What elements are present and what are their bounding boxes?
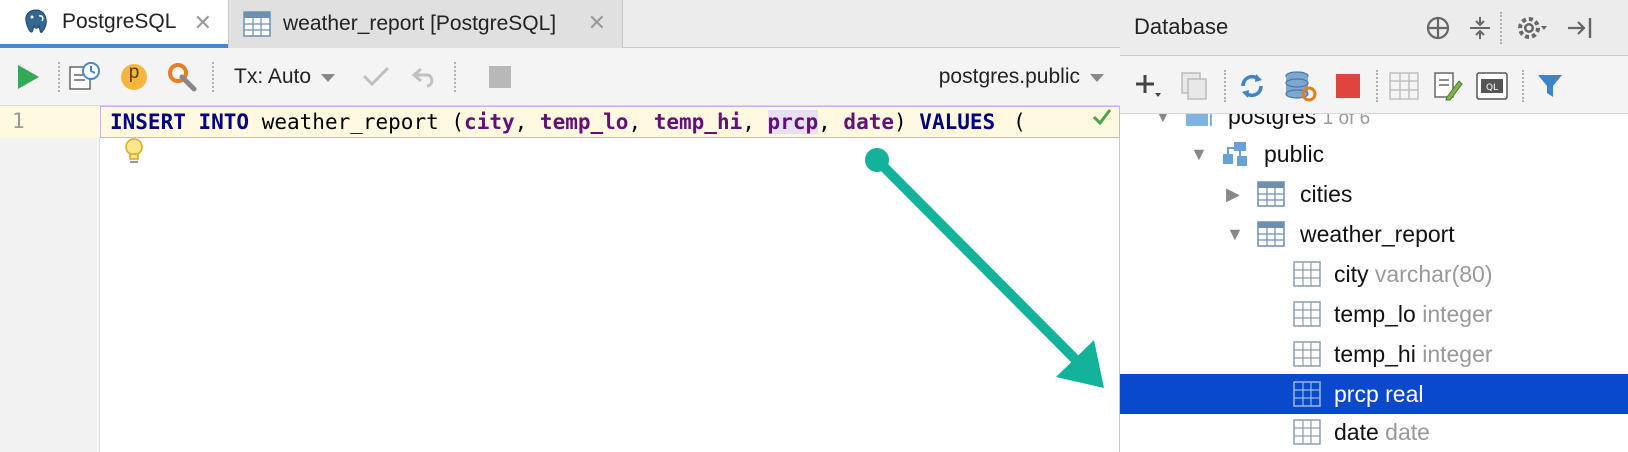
close-tab-icon[interactable]: ✕ (588, 12, 606, 34)
close-tab-icon[interactable]: ✕ (194, 12, 212, 34)
tree-node-column[interactable]: city varchar(80) (1120, 254, 1628, 294)
keyword-values: VALUES (919, 110, 996, 134)
gear-icon[interactable] (1516, 12, 1548, 44)
schema-selector-dropdown[interactable]: postgres.public (939, 48, 1104, 106)
column-token-date: date (843, 110, 894, 134)
stop-icon[interactable] (480, 48, 520, 106)
expand-arrow-icon[interactable]: ▼ (1226, 224, 1244, 245)
database-header: Database (1120, 0, 1628, 56)
target-crosshair-icon[interactable] (1422, 12, 1454, 44)
schema-label: postgres.public (938, 65, 1080, 88)
column-type: date (1385, 419, 1430, 445)
tree-node-label: prcp (1334, 381, 1379, 407)
table-name-token: weather_report (261, 110, 439, 134)
tree-node-label: cities (1300, 181, 1353, 207)
tree-node-table[interactable]: ▶ cities (1120, 174, 1628, 214)
tree-node-column[interactable]: temp_hi integer (1120, 334, 1628, 374)
table-icon (241, 9, 273, 39)
tree-node-column[interactable]: date date (1120, 412, 1628, 452)
column-token-city: city (464, 110, 515, 134)
filter-funnel-icon[interactable] (1530, 66, 1570, 106)
sql-console-icon[interactable]: QL (1472, 66, 1512, 106)
column-token-prcp: prcp (767, 110, 819, 134)
tree-node-column-selected[interactable]: prcp real (1120, 374, 1628, 414)
lightbulb-icon[interactable] (124, 138, 144, 171)
svg-text:QL: QL (1486, 83, 1498, 93)
database-icon (1184, 114, 1214, 130)
tree-node-label: date (1334, 419, 1379, 445)
edit-source-icon[interactable] (1428, 66, 1468, 106)
table-editor-icon[interactable] (1384, 66, 1424, 106)
tree-node-label: city (1334, 261, 1369, 287)
commit-check-icon[interactable] (356, 48, 396, 106)
hide-panel-icon[interactable] (1564, 12, 1596, 44)
transaction-mode-label: Tx: Auto (234, 65, 312, 88)
tab-label: weather_report [PostgreSQL] (283, 12, 557, 35)
editor-tab-bar: PostgreSQL ✕ weather_report [PostgreSQL]… (0, 0, 1120, 48)
tree-node-label: temp_hi (1334, 341, 1416, 367)
editor-gutter (0, 106, 100, 452)
add-plus-icon[interactable] (1128, 66, 1168, 106)
column-icon (1292, 380, 1322, 408)
tab-weather-report[interactable]: weather_report [PostgreSQL] ✕ (228, 0, 623, 48)
chevron-down-icon (1090, 65, 1104, 89)
tree-node-label: temp_lo (1334, 301, 1416, 327)
duplicate-icon[interactable] (1174, 66, 1214, 106)
tree-node-database[interactable]: ▼ postgres 1 of 6 (1120, 114, 1628, 136)
expand-arrow-icon[interactable]: ▼ (1154, 114, 1172, 127)
column-token-temp-hi: temp_hi (653, 110, 743, 134)
data-source-properties-icon[interactable] (1280, 66, 1320, 106)
database-tree: ▼ postgres 1 of 6 ▼ public ▶ cities ▼ we… (1120, 114, 1628, 452)
settings-wrench-icon[interactable] (162, 48, 202, 106)
run-icon[interactable] (8, 48, 48, 106)
column-type: integer (1422, 301, 1493, 327)
expand-arrow-icon[interactable]: ▶ (1226, 184, 1240, 205)
tree-node-column[interactable]: temp_lo integer (1120, 294, 1628, 334)
line-number: 1 (0, 106, 100, 138)
tree-node-label: public (1264, 141, 1325, 167)
tree-node-label: postgres (1228, 114, 1317, 129)
refresh-icon[interactable] (1232, 66, 1272, 106)
tree-node-label: weather_report (1300, 221, 1455, 247)
database-tool-window: Database QL ▼ postgres 1 of 6 ▼ public ▶… (1120, 0, 1628, 452)
keyword-insert-into: INSERT INTO (110, 110, 250, 134)
syntax-ok-check-icon (1092, 108, 1112, 131)
postgresql-elephant-icon (20, 7, 52, 37)
table-icon (1256, 220, 1286, 248)
rollback-undo-icon[interactable] (404, 48, 444, 106)
transaction-mode-dropdown[interactable]: Tx: Auto (234, 48, 336, 106)
tree-node-schema[interactable]: ▼ public (1120, 134, 1628, 174)
column-icon (1292, 260, 1322, 288)
chevron-down-icon (321, 65, 336, 89)
expand-arrow-icon[interactable]: ▼ (1190, 144, 1208, 165)
parameters-badge-label: p (128, 62, 140, 83)
tab-postgresql-console[interactable]: PostgreSQL ✕ (0, 0, 228, 48)
column-icon (1292, 340, 1322, 368)
execution-history-icon[interactable] (64, 48, 104, 106)
column-type: varchar(80) (1374, 261, 1493, 287)
parameters-badge[interactable]: p (114, 48, 154, 106)
column-token-temp-lo: temp_lo (539, 110, 629, 134)
column-icon (1292, 300, 1322, 328)
database-toolbar: QL (1120, 56, 1628, 114)
schema-icon (1220, 140, 1250, 168)
editor-pane: PostgreSQL ✕ weather_report [PostgreSQL]… (0, 0, 1120, 452)
stop-disconnect-icon[interactable] (1328, 66, 1368, 106)
column-icon (1292, 418, 1322, 446)
tree-node-table[interactable]: ▼ weather_report (1120, 214, 1628, 254)
editor-toolbar: p Tx: Auto postgres.public (0, 48, 1120, 106)
tree-node-meta: 1 of 6 (1322, 114, 1371, 129)
column-type: real (1385, 381, 1424, 407)
tab-label: PostgreSQL (62, 10, 177, 33)
column-type: integer (1422, 341, 1493, 367)
sql-code-line[interactable]: INSERT INTO weather_report (city, temp_l… (110, 110, 1026, 134)
database-title: Database (1134, 14, 1229, 39)
table-icon (1256, 180, 1286, 208)
collapse-all-icon[interactable] (1464, 12, 1496, 44)
